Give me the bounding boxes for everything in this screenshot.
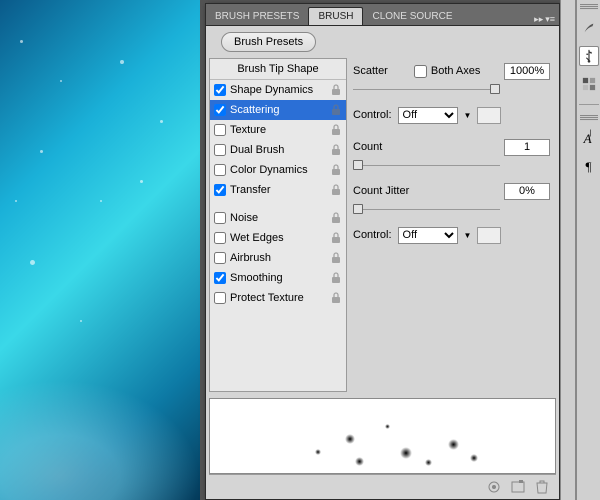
list-row-transfer[interactable]: Transfer — [210, 180, 346, 200]
dock-grip-2[interactable] — [580, 115, 598, 121]
row-label: Noise — [230, 212, 326, 224]
row-label: Texture — [230, 124, 326, 136]
brush-options-list: Brush Tip Shape Shape Dynamics Scattering… — [209, 58, 347, 392]
row-checkbox[interactable] — [214, 124, 226, 136]
brush-tip-shape-row[interactable]: Brush Tip Shape — [210, 59, 346, 80]
list-row-smoothing[interactable]: Smoothing — [210, 268, 346, 288]
list-row-wet-edges[interactable]: Wet Edges — [210, 228, 346, 248]
trash-icon[interactable] — [534, 479, 550, 493]
dock-grip[interactable] — [580, 4, 598, 10]
scatter-slider[interactable] — [353, 86, 550, 94]
panel-footer — [209, 474, 556, 496]
control1-extra-button[interactable] — [477, 107, 501, 124]
row-checkbox[interactable] — [214, 84, 226, 96]
toggle-preview-icon[interactable] — [486, 479, 502, 493]
row-label: Shape Dynamics — [230, 84, 326, 96]
row-label: Dual Brush — [230, 144, 326, 156]
count-label: Count — [353, 141, 382, 153]
row-checkbox[interactable] — [214, 292, 226, 304]
count-jitter-label: Count Jitter — [353, 185, 409, 197]
dock-usb-icon[interactable] — [579, 46, 599, 66]
lock-icon[interactable] — [330, 252, 342, 264]
tab-clone-source[interactable]: CLONE SOURCE — [363, 8, 461, 25]
right-dock: A| ¶ — [576, 0, 600, 500]
lock-icon[interactable] — [330, 84, 342, 96]
dock-text-icon[interactable]: A| — [579, 129, 599, 149]
tab-brush[interactable]: BRUSH — [308, 7, 363, 25]
row-checkbox[interactable] — [214, 164, 226, 176]
count-jitter-value-input[interactable] — [504, 183, 550, 200]
brush-panel: BRUSH PRESETS BRUSH CLONE SOURCE ▸▸ ▾≡ B… — [205, 3, 560, 500]
vertical-gutter — [560, 0, 576, 500]
brush-preview — [209, 398, 556, 474]
lock-icon[interactable] — [330, 212, 342, 224]
scatter-value-input[interactable] — [504, 63, 550, 80]
row-checkbox[interactable] — [214, 104, 226, 116]
dock-brush-icon[interactable] — [579, 18, 599, 38]
row-checkbox[interactable] — [214, 212, 226, 224]
dock-paragraph-icon[interactable]: ¶ — [579, 157, 599, 177]
row-checkbox[interactable] — [214, 272, 226, 284]
count-jitter-slider[interactable] — [353, 206, 550, 214]
tab-brush-presets[interactable]: BRUSH PRESETS — [206, 8, 308, 25]
lock-icon[interactable] — [330, 104, 342, 116]
list-row-noise[interactable]: Noise — [210, 208, 346, 228]
scatter-label: Scatter — [353, 65, 388, 77]
count-slider[interactable] — [353, 162, 550, 170]
list-row-scattering[interactable]: Scattering — [210, 100, 346, 120]
panel-tabbar: BRUSH PRESETS BRUSH CLONE SOURCE ▸▸ ▾≡ — [206, 4, 559, 26]
row-checkbox[interactable] — [214, 232, 226, 244]
panel-collapse-icon[interactable]: ▸▸ — [534, 14, 543, 25]
list-row-dual-brush[interactable]: Dual Brush — [210, 140, 346, 160]
brush-presets-button[interactable]: Brush Presets — [221, 32, 316, 52]
lock-icon[interactable] — [330, 272, 342, 284]
both-axes-label: Both Axes — [431, 65, 481, 77]
control2-select[interactable]: Off — [398, 227, 458, 244]
list-row-airbrush[interactable]: Airbrush — [210, 248, 346, 268]
lock-icon[interactable] — [330, 184, 342, 196]
count-value-input[interactable] — [504, 139, 550, 156]
row-label: Color Dynamics — [230, 164, 326, 176]
lock-icon[interactable] — [330, 124, 342, 136]
row-label: Airbrush — [230, 252, 326, 264]
dock-swatches-icon[interactable] — [579, 74, 599, 94]
lock-icon[interactable] — [330, 164, 342, 176]
row-label: Protect Texture — [230, 292, 326, 304]
control2-label: Control: — [353, 229, 392, 241]
row-checkbox[interactable] — [214, 184, 226, 196]
panel-menu-icon[interactable]: ▾≡ — [545, 14, 555, 25]
row-label: Wet Edges — [230, 232, 326, 244]
list-row-color-dynamics[interactable]: Color Dynamics — [210, 160, 346, 180]
list-row-texture[interactable]: Texture — [210, 120, 346, 140]
control2-extra-button[interactable] — [477, 227, 501, 244]
canvas-background — [0, 0, 200, 500]
lock-icon[interactable] — [330, 144, 342, 156]
row-label: Smoothing — [230, 272, 326, 284]
list-row-protect-texture[interactable]: Protect Texture — [210, 288, 346, 308]
control1-select[interactable]: Off — [398, 107, 458, 124]
row-label: Transfer — [230, 184, 326, 196]
both-axes-checkbox[interactable] — [414, 65, 427, 78]
row-checkbox[interactable] — [214, 144, 226, 156]
lock-icon[interactable] — [330, 232, 342, 244]
new-preset-icon[interactable] — [510, 479, 526, 493]
lock-icon[interactable] — [330, 292, 342, 304]
list-row-shape-dynamics[interactable]: Shape Dynamics — [210, 80, 346, 100]
control1-label: Control: — [353, 109, 392, 121]
scattering-settings: Scatter Both Axes Control: Off ▼ Count — [351, 58, 556, 392]
row-checkbox[interactable] — [214, 252, 226, 264]
row-label: Scattering — [230, 104, 326, 116]
